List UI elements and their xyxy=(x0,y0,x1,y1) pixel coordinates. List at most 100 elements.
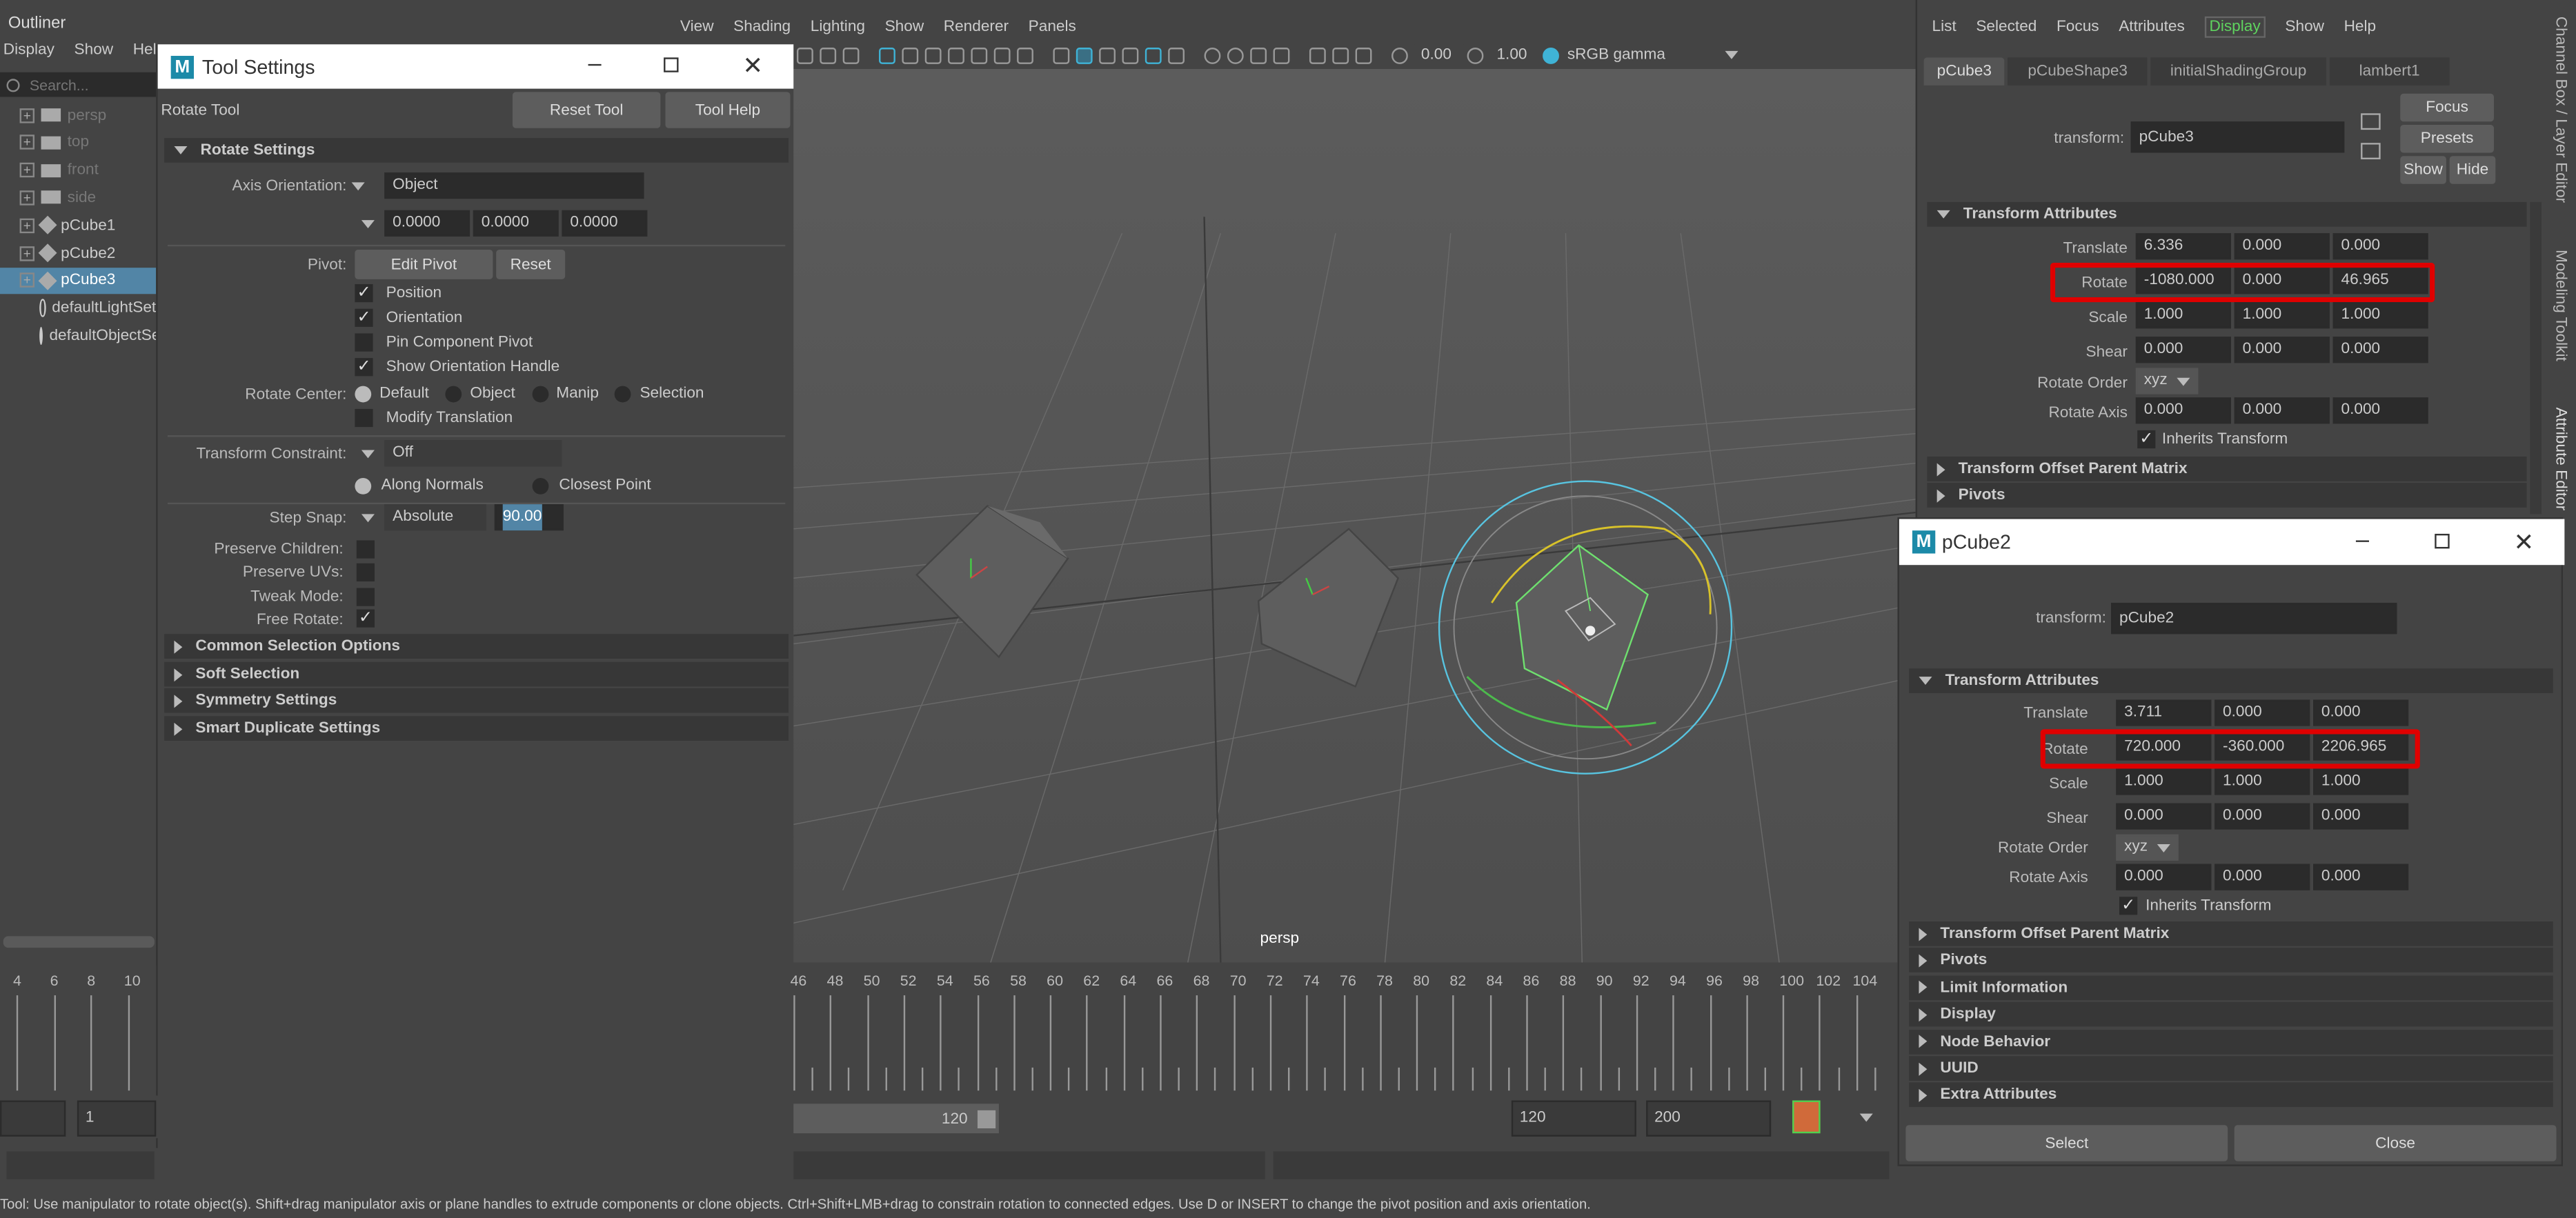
gate-mask-icon[interactable] xyxy=(948,46,964,63)
pcube2-translate-z[interactable]: 0.000 xyxy=(2313,699,2409,726)
xray-active-icon[interactable] xyxy=(1332,46,1349,63)
ae-shear-z[interactable]: 0.000 xyxy=(2332,337,2428,363)
ae-scale-z[interactable]: 1.000 xyxy=(2332,302,2428,329)
preserve-uvs-checkbox[interactable] xyxy=(356,563,375,582)
shadows-icon[interactable] xyxy=(1204,46,1221,63)
expand-icon[interactable]: + xyxy=(19,190,35,206)
pcube2-collapsed-section[interactable]: Limit Information xyxy=(1909,975,2553,1000)
expand-icon[interactable]: + xyxy=(19,217,35,233)
exposure-icon[interactable] xyxy=(1391,46,1408,63)
ae-menu-focus[interactable]: Focus xyxy=(2057,18,2099,36)
tab-initialshadinggroup[interactable]: initialShadingGroup xyxy=(2150,57,2326,86)
pcube2-translate-x[interactable]: 3.711 xyxy=(2116,699,2212,726)
xray-icon[interactable] xyxy=(1145,46,1162,63)
film-gate-icon[interactable] xyxy=(902,46,919,63)
tab-lambert1[interactable]: lambert1 xyxy=(2329,57,2450,86)
outliner-item[interactable]: + pCube2 xyxy=(0,240,156,266)
color-management-icon[interactable] xyxy=(1543,46,1559,63)
expand-icon[interactable]: + xyxy=(19,134,35,150)
menu-shading[interactable]: Shading xyxy=(733,18,791,36)
ae-translate-x[interactable]: 6.336 xyxy=(2135,233,2231,260)
pcube2-select-button[interactable]: Select xyxy=(1905,1125,2228,1161)
load-selected-icon[interactable] xyxy=(2361,113,2381,130)
position-checkbox[interactable]: ✓ xyxy=(355,284,373,303)
grid-icon[interactable] xyxy=(879,46,895,63)
preserve-children-checkbox[interactable] xyxy=(356,540,375,559)
motion-blur-icon[interactable] xyxy=(1250,46,1267,63)
command-input[interactable] xyxy=(6,1151,155,1179)
step-snap-value-field[interactable]: 90.00 xyxy=(494,504,564,531)
side-tab-attribute-editor[interactable]: Attribute Editor xyxy=(2551,408,2569,511)
dropdown-arrow-icon[interactable] xyxy=(1725,50,1738,59)
outliner-item[interactable]: defaultLightSet xyxy=(0,295,156,321)
ae-focus-button[interactable]: Focus xyxy=(2400,93,2494,122)
section-smart-duplicate[interactable]: Smart Duplicate Settings xyxy=(164,716,789,741)
viewport[interactable]: persp xyxy=(793,69,1916,963)
ae-scrollbar[interactable] xyxy=(2530,201,2542,515)
tab-pcubeshape3[interactable]: pCubeShape3 xyxy=(2008,57,2148,86)
range-slider[interactable]: 120 xyxy=(793,1104,999,1134)
edit-pivot-button[interactable]: Edit Pivot xyxy=(355,249,493,279)
minimize-icon[interactable] xyxy=(588,63,602,66)
range-end-field[interactable]: 120 xyxy=(1511,1100,1636,1137)
pcube2-shear-x[interactable]: 0.000 xyxy=(2116,803,2212,830)
closest-point-radio[interactable] xyxy=(533,477,550,494)
xray-joints-icon[interactable] xyxy=(1309,46,1326,63)
position-row[interactable]: ✓ Position xyxy=(355,284,442,303)
ae-scale-x[interactable]: 1.000 xyxy=(2135,302,2231,329)
show-orientation-handle-row[interactable]: ✓ Show Orientation Handle xyxy=(355,358,559,377)
menu-view[interactable]: View xyxy=(680,18,714,36)
pcube2-close-button[interactable]: Close xyxy=(2234,1125,2557,1161)
menu-panels[interactable]: Panels xyxy=(1029,18,1076,36)
cube-3-selected[interactable] xyxy=(1438,480,1733,775)
section-soft-selection[interactable]: Soft Selection xyxy=(164,661,789,687)
wireframe-on-shaded-icon[interactable] xyxy=(1122,46,1139,63)
menu-renderer[interactable]: Renderer xyxy=(944,18,1009,36)
axis-x-field[interactable]: 0.0000 xyxy=(384,210,470,237)
ae-section-pivots[interactable]: Pivots xyxy=(1927,483,2527,508)
isolate-select-icon[interactable] xyxy=(1273,46,1290,63)
color-space-select[interactable]: sRGB gamma xyxy=(1567,46,1715,64)
pcube2-collapsed-section[interactable]: Node Behavior xyxy=(1909,1029,2553,1054)
rc-selection-radio[interactable] xyxy=(615,385,632,402)
ae-shear-y[interactable]: 0.000 xyxy=(2234,337,2330,363)
outliner-item[interactable]: + front xyxy=(0,157,156,183)
modify-translation-row[interactable]: Modify Translation xyxy=(355,408,513,428)
ae-rotate-axis-x[interactable]: 0.000 xyxy=(2135,397,2231,424)
gamma-icon[interactable] xyxy=(1467,46,1484,63)
outliner-item[interactable]: + top xyxy=(0,130,156,156)
expand-icon[interactable]: + xyxy=(19,246,35,261)
pencil-icon[interactable] xyxy=(842,46,860,63)
pcube2-rotate-order-select[interactable]: xyz xyxy=(2116,834,2179,861)
dropdown-arrow-icon[interactable] xyxy=(361,514,375,523)
cube-2[interactable] xyxy=(1257,528,1399,688)
free-rotate-checkbox[interactable]: ✓ xyxy=(356,609,375,628)
menu-show[interactable]: Show xyxy=(75,41,114,59)
maximize-icon[interactable] xyxy=(2435,533,2450,549)
ae-menu-list[interactable]: List xyxy=(1932,18,1956,36)
ae-menu-display[interactable]: Display xyxy=(2204,16,2266,38)
show-orientation-handle-checkbox[interactable]: ✓ xyxy=(355,358,373,377)
ae-section-offset-parent[interactable]: Transform Offset Parent Matrix xyxy=(1927,457,2527,481)
pcube2-translate-y[interactable]: 0.000 xyxy=(2215,699,2310,726)
step-snap-mode-select[interactable]: Absolute xyxy=(384,504,486,531)
reset-pivot-button[interactable]: Reset xyxy=(496,249,566,279)
smooth-shade-icon[interactable] xyxy=(1076,46,1093,63)
side-tab-channel-box[interactable]: Channel Box / Layer Editor xyxy=(2551,17,2569,203)
axis-z-field[interactable]: 0.0000 xyxy=(562,210,648,237)
auto-key-icon[interactable] xyxy=(1792,1100,1821,1134)
wireframe-icon[interactable] xyxy=(1053,46,1070,63)
pcube2-section-transform-attributes[interactable]: Transform Attributes xyxy=(1909,668,2553,693)
ae-presets-button[interactable]: Presets xyxy=(2400,124,2494,153)
inherits-transform-checkbox[interactable]: ✓ xyxy=(2137,430,2156,449)
pcube2-shear-y[interactable]: 0.000 xyxy=(2215,803,2310,830)
rc-manip-radio[interactable] xyxy=(531,385,548,402)
expand-icon[interactable]: + xyxy=(19,107,35,123)
tweak-mode-checkbox[interactable] xyxy=(356,588,375,606)
ae-inherits-transform-row[interactable]: ✓ Inherits Transform xyxy=(2137,430,2288,449)
expand-icon[interactable]: + xyxy=(19,273,35,288)
minimize-icon[interactable] xyxy=(2355,540,2369,542)
close-icon[interactable]: ✕ xyxy=(2514,527,2535,557)
pcube2-inherits-transform-row[interactable]: ✓ Inherits Transform xyxy=(2119,897,2271,915)
outliner-item[interactable]: + pCube3 xyxy=(0,267,157,294)
